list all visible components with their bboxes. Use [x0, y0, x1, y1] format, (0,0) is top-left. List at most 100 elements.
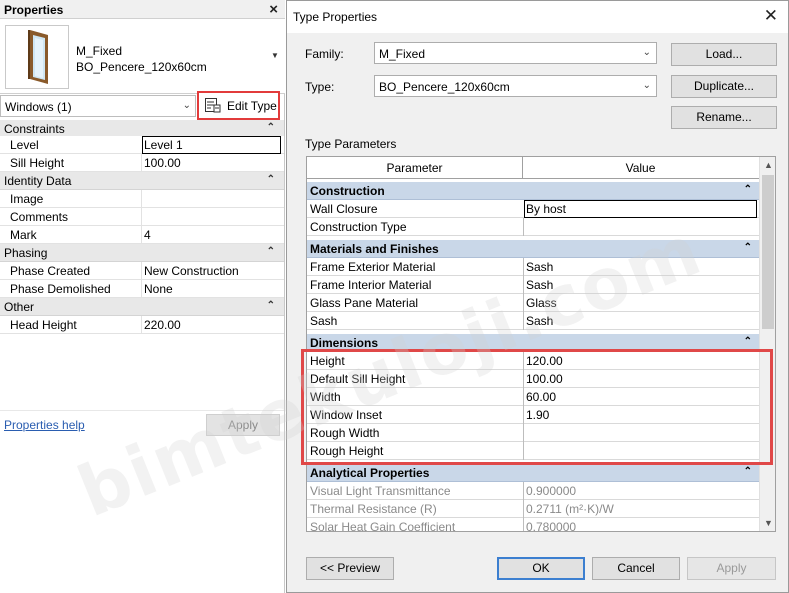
- column-divider: [523, 370, 524, 388]
- group-label: Dimensions: [310, 336, 379, 350]
- param-row-rough-height[interactable]: Rough Height: [307, 442, 759, 460]
- param-row-glass-pane-material[interactable]: Glass Pane Material Glass: [307, 294, 759, 312]
- param-row-rough-width[interactable]: Rough Width: [307, 424, 759, 442]
- param-row-phase-created[interactable]: Phase Created New Construction: [0, 262, 284, 280]
- properties-titlebar: Properties ×: [0, 0, 285, 19]
- param-value: By host: [526, 202, 567, 216]
- chevron-down-icon[interactable]: ▼: [271, 51, 279, 60]
- group-header-identity-data[interactable]: Identity Data ⌃: [0, 172, 284, 190]
- param-value: 0.780000: [526, 520, 577, 532]
- properties-apply-button[interactable]: Apply: [206, 414, 280, 436]
- group-label: Construction: [310, 184, 385, 198]
- collapse-icon[interactable]: ⌃: [267, 122, 275, 133]
- vertical-scrollbar[interactable]: ▲ ▼: [759, 157, 775, 531]
- window-thumbnail-icon: [5, 25, 69, 89]
- param-value: Glass: [526, 296, 557, 310]
- param-row-visual-light-transmittance: Visual Light Transmittance 0.900000: [307, 482, 759, 500]
- param-name: Height: [310, 354, 345, 368]
- param-row-frame-interior-material[interactable]: Frame Interior Material Sash: [307, 276, 759, 294]
- collapse-icon[interactable]: ⌃: [744, 466, 752, 477]
- group-header-analytical-properties[interactable]: Analytical Properties ⌃: [307, 464, 759, 482]
- column-header-value[interactable]: Value: [524, 157, 757, 179]
- collapse-icon[interactable]: ⌃: [744, 242, 752, 253]
- ok-button[interactable]: OK: [497, 557, 585, 580]
- param-name: Mark: [10, 228, 37, 242]
- load-button[interactable]: Load...: [671, 43, 777, 66]
- column-divider: [523, 352, 524, 370]
- column-divider: [141, 190, 142, 208]
- param-name: Image: [10, 192, 44, 206]
- properties-title: Properties: [4, 3, 64, 17]
- param-name: Rough Width: [310, 426, 380, 440]
- type-value: BO_Pencere_120x60cm: [379, 80, 510, 94]
- column-divider: [141, 226, 142, 244]
- group-header-construction[interactable]: Construction ⌃: [307, 182, 759, 200]
- param-row-comments[interactable]: Comments: [0, 208, 284, 226]
- param-name: Frame Exterior Material: [310, 260, 436, 274]
- edit-type-button[interactable]: Edit Type: [197, 91, 280, 120]
- param-name: Glass Pane Material: [310, 296, 419, 310]
- collapse-icon[interactable]: ⌃: [267, 246, 275, 257]
- chevron-down-icon: ⌄: [642, 80, 651, 91]
- param-value: 0.900000: [526, 484, 577, 498]
- family-dropdown[interactable]: M_Fixed ⌄: [374, 42, 657, 64]
- group-header-dimensions[interactable]: Dimensions ⌃: [307, 334, 759, 352]
- close-icon[interactable]: ✕: [764, 6, 778, 26]
- grid-header: Parameter Value: [307, 157, 759, 179]
- divider: [0, 410, 284, 411]
- group-header-phasing[interactable]: Phasing ⌃: [0, 244, 284, 262]
- collapse-icon[interactable]: ⌃: [744, 336, 752, 347]
- close-icon[interactable]: ×: [269, 1, 278, 18]
- rename-button[interactable]: Rename...: [671, 106, 777, 129]
- type-dropdown[interactable]: BO_Pencere_120x60cm ⌄: [374, 75, 657, 97]
- group-label: Constraints: [4, 122, 65, 136]
- param-row-frame-exterior-material[interactable]: Frame Exterior Material Sash: [307, 258, 759, 276]
- instance-filter-dropdown[interactable]: Windows (1) ⌄: [0, 95, 196, 117]
- param-row-construction-type[interactable]: Construction Type: [307, 218, 759, 236]
- param-value: Sash: [526, 260, 554, 274]
- column-divider: [523, 518, 524, 531]
- param-row-default-sill-height[interactable]: Default Sill Height 100.00: [307, 370, 759, 388]
- param-row-sash[interactable]: Sash Sash: [307, 312, 759, 330]
- properties-panel: Properties × M_Fixed BO_Pencere_120x60cm…: [0, 0, 285, 593]
- column-header-parameter[interactable]: Parameter: [307, 157, 523, 179]
- param-row-wall-closure[interactable]: Wall Closure By host: [307, 200, 759, 218]
- group-label: Phasing: [4, 246, 48, 260]
- param-name: Sill Height: [10, 156, 65, 170]
- scroll-up-icon[interactable]: ▲: [764, 160, 773, 170]
- group-header-other[interactable]: Other ⌃: [0, 298, 284, 316]
- param-row-mark[interactable]: Mark 4: [0, 226, 284, 244]
- cancel-button[interactable]: Cancel: [592, 557, 680, 580]
- scroll-down-icon[interactable]: ▼: [764, 518, 773, 528]
- apply-button[interactable]: Apply: [687, 557, 776, 580]
- param-row-phase-demolished[interactable]: Phase Demolished None: [0, 280, 284, 298]
- type-selector[interactable]: M_Fixed BO_Pencere_120x60cm ▼: [0, 19, 285, 94]
- properties-help-link[interactable]: Properties help: [4, 418, 85, 432]
- param-value: 220.00: [144, 318, 181, 332]
- column-divider: [523, 424, 524, 442]
- column-divider: [523, 312, 524, 330]
- dialog-titlebar: Type Properties ✕: [287, 1, 788, 33]
- param-value: Sash: [526, 314, 554, 328]
- group-header-materials-and-finishes[interactable]: Materials and Finishes ⌃: [307, 240, 759, 258]
- collapse-icon[interactable]: ⌃: [744, 184, 752, 195]
- param-name: Rough Height: [310, 444, 384, 458]
- param-name: Width: [310, 390, 341, 404]
- scrollbar-thumb[interactable]: [762, 175, 774, 329]
- param-name: Phase Demolished: [10, 282, 111, 296]
- duplicate-button[interactable]: Duplicate...: [671, 75, 777, 98]
- param-name: Frame Interior Material: [310, 278, 432, 292]
- param-row-image[interactable]: Image: [0, 190, 284, 208]
- param-row-sill-height[interactable]: Sill Height 100.00: [0, 154, 284, 172]
- param-row-height[interactable]: Height 120.00: [307, 352, 759, 370]
- param-row-width[interactable]: Width 60.00: [307, 388, 759, 406]
- param-row-window-inset[interactable]: Window Inset 1.90: [307, 406, 759, 424]
- param-row-level[interactable]: Level Level 1: [0, 136, 284, 154]
- param-row-head-height[interactable]: Head Height 220.00: [0, 316, 284, 334]
- preview-button[interactable]: << Preview: [306, 557, 394, 580]
- collapse-icon[interactable]: ⌃: [267, 174, 275, 185]
- instance-filter-value: Windows (1): [5, 100, 72, 114]
- collapse-icon[interactable]: ⌃: [267, 300, 275, 311]
- column-divider: [523, 276, 524, 294]
- type-parameters-label: Type Parameters: [305, 137, 397, 151]
